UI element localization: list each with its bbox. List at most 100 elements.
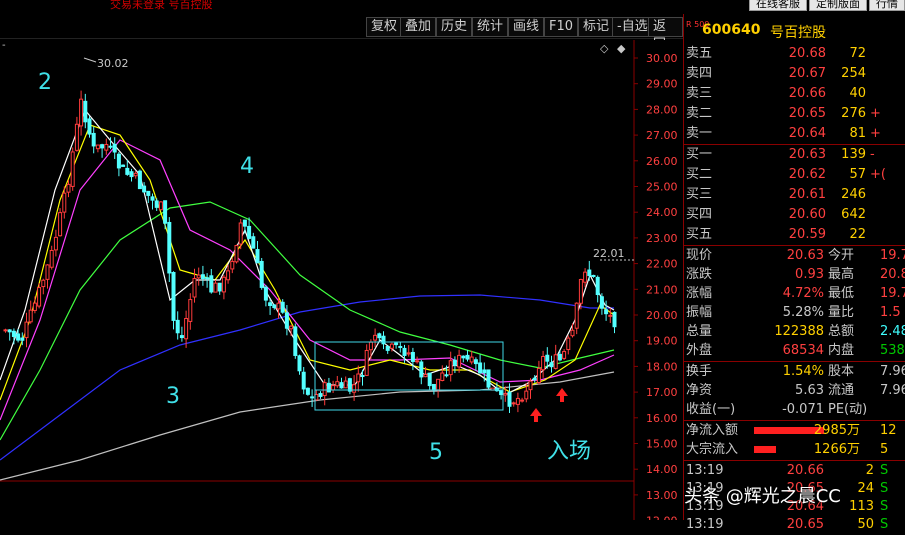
quote-header: R 500 600640 号百控股 [684, 20, 905, 41]
trade-time: 13:19 [686, 517, 724, 532]
stat-label: 现价 [686, 248, 713, 263]
level-extra: + [870, 106, 881, 121]
level-label: 买一 [686, 147, 713, 162]
level-volume: 81 [849, 126, 866, 141]
f10-button[interactable]: F10 [544, 17, 579, 37]
level-price: 20.68 [788, 46, 826, 61]
flow-value: 2985万 [813, 423, 860, 438]
stat-row[interactable]: 振幅 5.28% 量比 1.5 [684, 303, 905, 323]
stat-label: 振幅 [686, 305, 713, 320]
restore-rights-button[interactable]: 复权 [366, 17, 403, 37]
flow-row[interactable]: 净流入额 2985万 12 [684, 421, 905, 441]
flow-row[interactable]: 大宗流入 1266万 5 [684, 440, 905, 460]
price-tick-label: 15.00 [646, 438, 678, 451]
stat-value: 0.93 [795, 267, 824, 282]
level-extra: +( [870, 167, 886, 182]
price-tick-label: 22.00 [646, 258, 678, 271]
stat-value-2: 19.7 [880, 286, 905, 301]
sell-level-row[interactable]: 卖一 20.64 81 + [684, 124, 905, 144]
last-price-label: 22.01 [593, 247, 625, 260]
buy-level-row[interactable]: 买二 20.62 57 +( [684, 165, 905, 185]
trade-volume: 50 [857, 517, 874, 532]
sell-level-row[interactable]: 卖五 20.68 72 [684, 44, 905, 64]
candle [158, 201, 163, 211]
buy-level-row[interactable]: 买五 20.59 22 [684, 225, 905, 245]
stat-value: 68534 [782, 343, 824, 358]
sell-level-row[interactable]: 卖四 20.67 254 [684, 64, 905, 84]
sell-level-row[interactable]: 卖三 20.66 40 [684, 84, 905, 104]
stat-label-2: 最高 [828, 267, 855, 282]
overlay-button[interactable]: 叠加 [400, 17, 437, 37]
flow-extra: 5 [880, 442, 889, 457]
trade-time: 13:19 [686, 463, 724, 478]
stat-row[interactable]: 换手 1.54% 股本 7.96 [684, 362, 905, 382]
history-button[interactable]: 历史 [436, 17, 473, 37]
stat-label-2: 内盘 [828, 343, 855, 358]
stat-value: 1.54% [782, 364, 824, 379]
stat-row[interactable]: 外盘 68534 内盘 5385 [684, 341, 905, 361]
diamond-filled-icon[interactable]: ◆ [617, 42, 626, 55]
online-service-button[interactable]: 在线客服 [749, 0, 807, 11]
price-tick-label: 16.00 [646, 412, 678, 425]
flow-extra: 12 [880, 423, 897, 438]
level-volume: 72 [849, 46, 866, 61]
stat-row[interactable]: 现价 20.63 今开 19.7 [684, 246, 905, 266]
wave-label-5: 5 [429, 440, 443, 465]
level-volume: 139 [841, 147, 866, 162]
stat-row[interactable]: 涨跌 0.93 最高 20.8 [684, 265, 905, 285]
level-label: 买三 [686, 187, 713, 202]
candle [58, 208, 63, 237]
level-extra: - [870, 147, 875, 162]
price-tick-label: 18.00 [646, 360, 678, 373]
level-volume: 22 [849, 227, 866, 242]
level-label: 卖二 [686, 106, 713, 121]
price-tick-label: 26.00 [646, 155, 678, 168]
candle [234, 244, 239, 264]
stat-value-2: 19.7 [880, 248, 905, 263]
diamond-icon[interactable]: ◇ [600, 42, 609, 55]
level-price: 20.63 [788, 147, 826, 162]
price-tick-label: 21.00 [646, 283, 678, 296]
stat-label-2: 量比 [828, 305, 855, 320]
dot-marker-icon: - [2, 40, 6, 51]
price-tick-label: 19.00 [646, 335, 678, 348]
stat-label-2: 总额 [828, 324, 855, 339]
level-price: 20.65 [788, 106, 826, 121]
level-price: 20.61 [788, 187, 826, 202]
candle [137, 169, 142, 190]
high-label: 30.02 [97, 57, 129, 70]
buy-level-row[interactable]: 买一 20.63 139 - [684, 145, 905, 165]
kline-chart[interactable]: 30.00 29.00 28.00 27.00 26.00 25.00 24.00 23.00… [0, 40, 683, 520]
back-button[interactable]: 返回 [648, 17, 683, 52]
stat-label: 涨幅 [686, 286, 713, 301]
level-label: 卖三 [686, 86, 713, 101]
stat-row[interactable]: 涨幅 4.72% 最低 19.7 [684, 284, 905, 304]
price-tick-label: 17.00 [646, 386, 678, 399]
buy-level-row[interactable]: 买三 20.61 246 [684, 185, 905, 205]
stat-label: 涨跌 [686, 267, 713, 282]
stat-label: 总量 [686, 324, 713, 339]
stat-row[interactable]: 总量 122388 总额 2.48 [684, 322, 905, 342]
level-label: 卖四 [686, 66, 713, 81]
watchlist-button[interactable]: -自选 [612, 17, 653, 37]
buy-level-row[interactable]: 买四 20.60 642 [684, 205, 905, 225]
stat-value: 4.72% [782, 286, 824, 301]
draw-line-button[interactable]: 画线 [508, 17, 545, 37]
level-price: 20.60 [788, 207, 826, 222]
price-tick-label: 13.00 [646, 489, 678, 502]
statistics-button[interactable]: 统计 [472, 17, 509, 37]
stat-row[interactable]: 净资 5.63 流通 7.96 [684, 381, 905, 401]
level-volume: 57 [849, 167, 866, 182]
market-button[interactable]: 行情 [869, 0, 905, 11]
level-label: 买四 [686, 207, 713, 222]
stat-value-2: 7.96 [880, 364, 905, 379]
sell-level-row[interactable]: 卖二 20.65 276 + [684, 104, 905, 124]
level-price: 20.62 [788, 167, 826, 182]
candle [305, 387, 310, 396]
level-volume: 254 [841, 66, 866, 81]
trade-row[interactable]: 13:19 20.66 2 S [684, 461, 905, 481]
mark-button[interactable]: 标记 [578, 17, 615, 37]
trade-row[interactable]: 13:19 20.65 50 S [684, 515, 905, 535]
custom-layout-button[interactable]: 定制版面 [809, 0, 867, 11]
stat-row[interactable]: 收益(一) -0.071 PE(动) [684, 400, 905, 420]
